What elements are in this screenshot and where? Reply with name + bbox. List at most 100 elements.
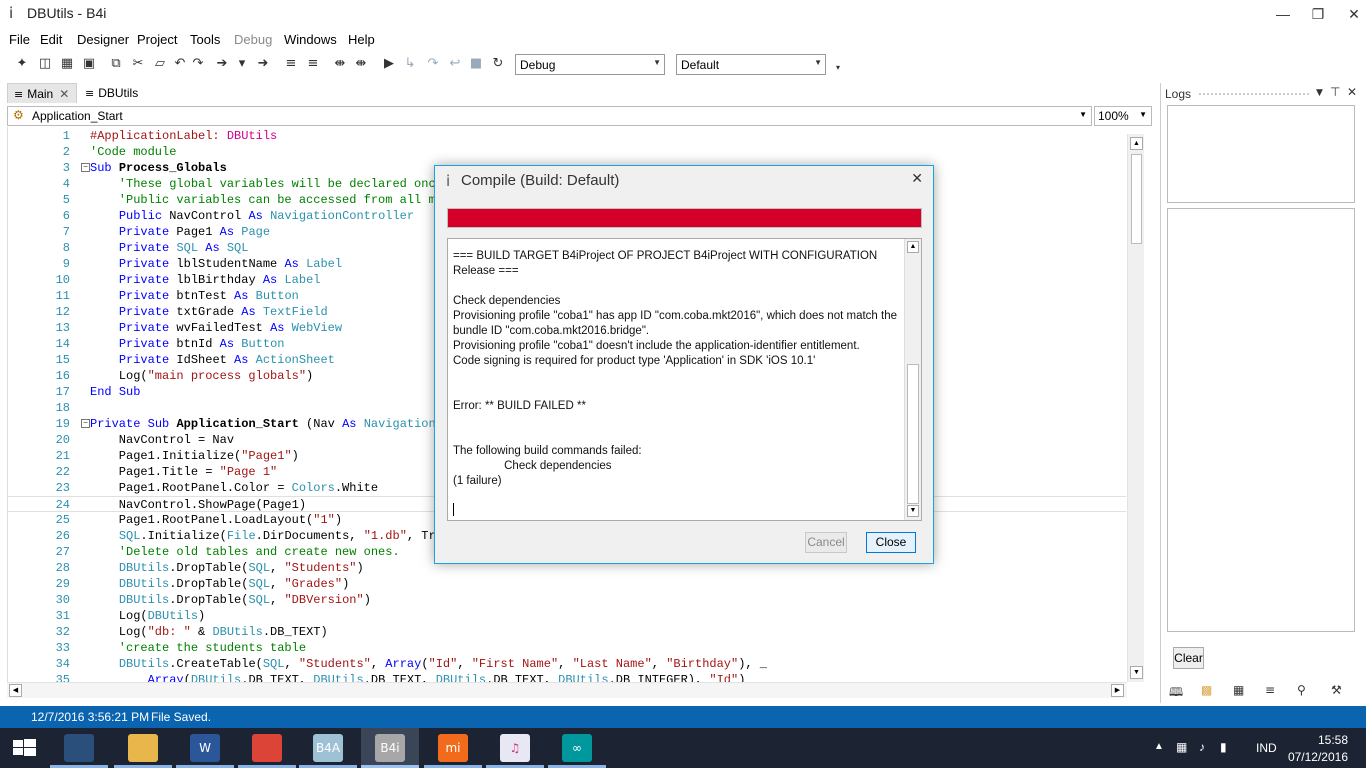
build-config-select[interactable]: Debug ▼ bbox=[515, 54, 665, 75]
menu-tools[interactable]: Tools bbox=[190, 32, 220, 47]
taskbar-mi-button[interactable]: mi bbox=[424, 728, 482, 768]
toolbar-overflow-icon[interactable]: ▾ bbox=[830, 60, 846, 76]
book-icon[interactable]: 🕮 bbox=[1169, 683, 1183, 704]
taskbar-transformers-app-button[interactable] bbox=[50, 728, 108, 768]
menu-edit[interactable]: Edit bbox=[40, 32, 62, 47]
language-indicator[interactable]: IND bbox=[1256, 741, 1277, 755]
indent-icon[interactable]: ≡ bbox=[283, 56, 299, 72]
step-in-icon[interactable]: ↳ bbox=[402, 56, 418, 72]
logs-list-icon[interactable]: ≡ bbox=[1265, 683, 1275, 697]
editor-vertical-scrollbar[interactable]: ▲ ▼ bbox=[1127, 134, 1144, 682]
taskbar-b4i-button[interactable]: B4i bbox=[361, 728, 419, 768]
cut-icon[interactable]: ✂ bbox=[130, 56, 146, 72]
collapse-icon[interactable]: − bbox=[81, 163, 90, 172]
taskbar-file-explorer-button[interactable] bbox=[114, 728, 172, 768]
uncomment-icon[interactable]: ⇼ bbox=[353, 56, 369, 72]
chevron-down-icon[interactable]: ▾ bbox=[234, 56, 250, 72]
line-number: 17 bbox=[55, 385, 70, 399]
compile-output[interactable]: === BUILD TARGET B4iProject OF PROJECT B… bbox=[447, 238, 922, 521]
navigate-back-icon[interactable]: ➔ bbox=[214, 56, 230, 72]
build-target-select[interactable]: Default ▼ bbox=[676, 54, 826, 75]
scroll-thumb[interactable] bbox=[907, 364, 919, 504]
paste-icon[interactable]: ▱ bbox=[152, 56, 168, 72]
taskbar-arduino-button[interactable]: ∞ bbox=[548, 728, 606, 768]
scroll-down-icon[interactable]: ▼ bbox=[1130, 666, 1143, 679]
search-icon[interactable]: ⚲ bbox=[1297, 683, 1306, 697]
new-file-icon[interactable]: ✦ bbox=[14, 56, 30, 72]
sub-selector[interactable]: ⚙ Application_Start ▼ bbox=[7, 106, 1092, 126]
taskbar-itunes-button[interactable]: ♫ bbox=[486, 728, 544, 768]
copy-icon[interactable]: ⧉ bbox=[108, 56, 124, 72]
text-cursor bbox=[453, 503, 454, 516]
folder-icon[interactable]: ▩ bbox=[1201, 683, 1212, 697]
line-number: 5 bbox=[62, 193, 70, 207]
minimize-icon[interactable]: — bbox=[1265, 2, 1301, 26]
battery-icon[interactable]: ▮ bbox=[1220, 740, 1227, 754]
editor-horizontal-scrollbar[interactable]: ◀ ▶ bbox=[7, 682, 1127, 698]
comment-icon[interactable]: ⇼ bbox=[332, 56, 348, 72]
menu-file[interactable]: File bbox=[9, 32, 30, 47]
network-icon[interactable]: ▦ bbox=[1176, 740, 1187, 754]
stop-icon[interactable]: ■ bbox=[468, 56, 484, 72]
taskbar-word-button[interactable]: W bbox=[176, 728, 234, 768]
line-number: 15 bbox=[55, 353, 70, 367]
tab-main[interactable]: ≡ Main ✕ bbox=[7, 83, 77, 103]
show-hidden-icons-icon[interactable]: ▲ bbox=[1154, 741, 1164, 752]
restart-icon[interactable]: ↻ bbox=[490, 56, 506, 72]
close-tab-icon[interactable]: ✕ bbox=[59, 87, 69, 101]
outdent-icon[interactable]: ≡ bbox=[305, 56, 321, 72]
start-button[interactable] bbox=[0, 728, 48, 768]
menu-designer[interactable]: Designer bbox=[77, 32, 129, 47]
clock-time[interactable]: 15:58 bbox=[1318, 733, 1348, 747]
code-line[interactable]: 31 Log(DBUtils) bbox=[8, 608, 1126, 624]
collapse-icon[interactable]: − bbox=[81, 419, 90, 428]
logs-filter-box[interactable] bbox=[1167, 105, 1355, 203]
maximize-icon[interactable]: ❐ bbox=[1300, 2, 1336, 26]
logs-output-box[interactable] bbox=[1167, 208, 1355, 632]
grid-icon[interactable]: ▦ bbox=[1233, 683, 1244, 697]
tab-dbutils[interactable]: ≡ DBUtils bbox=[79, 83, 159, 103]
volume-icon[interactable]: ♪ bbox=[1199, 740, 1205, 754]
redo-icon[interactable]: ↷ bbox=[190, 56, 206, 72]
cancel-button[interactable]: Cancel bbox=[805, 532, 847, 553]
menu-help[interactable]: Help bbox=[348, 32, 375, 47]
scroll-thumb[interactable] bbox=[1131, 154, 1142, 244]
clock-date[interactable]: 07/12/2016 bbox=[1288, 750, 1348, 764]
step-over-icon[interactable]: ↷ bbox=[425, 56, 441, 72]
code-line[interactable]: 2 'Code module bbox=[8, 144, 1126, 160]
menu-debug[interactable]: Debug bbox=[234, 32, 272, 47]
code-line[interactable]: 29 DBUtils.DropTable(SQL, "Grades") bbox=[8, 576, 1126, 592]
zoom-select[interactable]: 100% ▼ bbox=[1094, 106, 1152, 126]
clear-logs-button[interactable]: Clear bbox=[1173, 647, 1204, 669]
scroll-up-icon[interactable]: ▲ bbox=[1130, 137, 1143, 150]
taskbar-chrome-button[interactable] bbox=[238, 728, 296, 768]
menu-project[interactable]: Project bbox=[137, 32, 177, 47]
run-icon[interactable]: ▶ bbox=[381, 56, 397, 72]
wrench-icon[interactable]: ⚒ bbox=[1331, 683, 1342, 697]
pane-menu-icon[interactable]: ▼ bbox=[1316, 88, 1323, 98]
taskbar-b4a-button[interactable]: B4A bbox=[299, 728, 357, 768]
output-scrollbar[interactable]: ▲ ▼ bbox=[904, 239, 921, 520]
code-line[interactable]: 1 #ApplicationLabel: DBUtils bbox=[8, 128, 1126, 144]
scroll-down-icon[interactable]: ▼ bbox=[907, 505, 919, 517]
close-window-icon[interactable]: ✕ bbox=[1336, 2, 1366, 26]
code-line[interactable]: 34 DBUtils.CreateTable(SQL, "Students", … bbox=[8, 656, 1126, 672]
code-line[interactable]: 33 'create the students table bbox=[8, 640, 1126, 656]
open-folder-icon[interactable]: ◫ bbox=[37, 56, 53, 72]
scroll-right-icon[interactable]: ▶ bbox=[1111, 684, 1124, 697]
close-pane-icon[interactable]: ✕ bbox=[1347, 85, 1357, 99]
menu-windows[interactable]: Windows bbox=[284, 32, 337, 47]
pin-icon[interactable]: ⊤ bbox=[1330, 85, 1340, 99]
code-line[interactable]: 32 Log("db: " & DBUtils.DB_TEXT) bbox=[8, 624, 1126, 640]
scroll-left-icon[interactable]: ◀ bbox=[9, 684, 22, 697]
undo-icon[interactable]: ↶ bbox=[172, 56, 188, 72]
code-line[interactable]: 30 DBUtils.DropTable(SQL, "DBVersion") bbox=[8, 592, 1126, 608]
save-icon[interactable]: ▦ bbox=[59, 56, 75, 72]
close-button[interactable]: Close bbox=[866, 532, 916, 553]
scroll-up-icon[interactable]: ▲ bbox=[907, 241, 919, 253]
close-icon[interactable]: ✕ bbox=[911, 170, 923, 187]
step-out-icon[interactable]: ↩ bbox=[447, 56, 463, 72]
navigate-forward-icon[interactable]: ➜ bbox=[255, 56, 271, 72]
save-all-icon[interactable]: ▣ bbox=[81, 56, 97, 72]
